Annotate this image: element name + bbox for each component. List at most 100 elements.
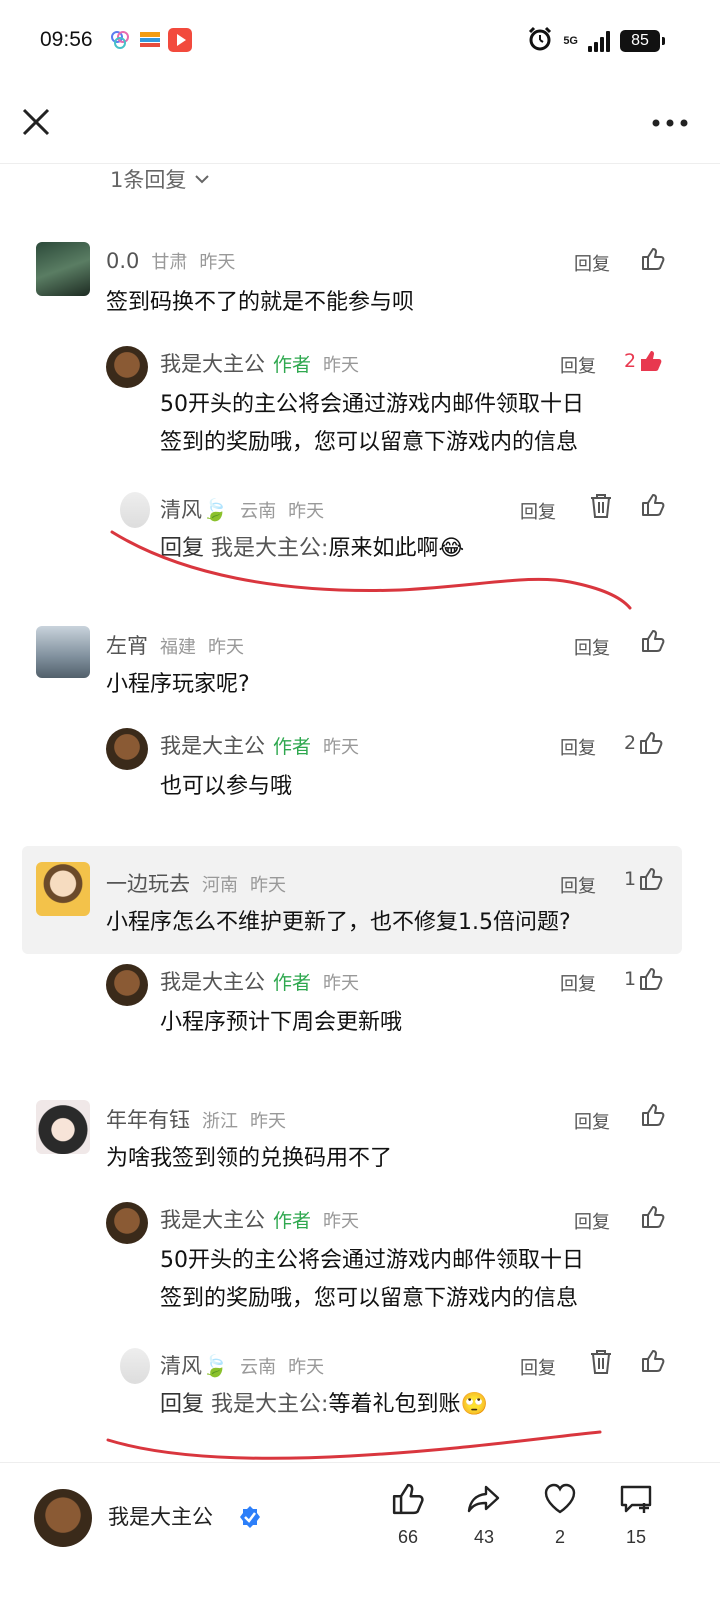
reply-header: 我是大主公 作者 昨天: [160, 348, 359, 378]
username[interactable]: 0.0: [106, 249, 139, 273]
reply-header: 清风🍃 云南 昨天: [160, 1350, 324, 1380]
timestamp: 昨天: [323, 973, 360, 994]
network-type: 5G: [563, 34, 578, 47]
timestamp: 昨天: [288, 1357, 325, 1378]
thumbs-up-icon: [392, 1483, 424, 1515]
avatar[interactable]: [36, 242, 90, 296]
reply-header: 我是大主公 作者 昨天: [160, 966, 359, 996]
annotation-underline: [106, 1430, 602, 1460]
username[interactable]: 我是大主公: [160, 970, 265, 994]
author-avatar[interactable]: [106, 964, 148, 1006]
author-avatar[interactable]: [106, 346, 148, 388]
reply-content: 原来如此啊😂: [328, 536, 465, 561]
trash-icon[interactable]: [588, 492, 614, 520]
author-badge: 作者: [273, 1210, 312, 1232]
timestamp: 昨天: [199, 252, 236, 273]
reply-target[interactable]: 我是大主公:: [211, 536, 328, 561]
thumbs-up-icon: [642, 494, 665, 516]
thumbs-up-icon: [640, 868, 663, 890]
author-name[interactable]: 我是大主公: [108, 1501, 213, 1531]
reply-button[interactable]: 回复: [560, 734, 596, 760]
author-avatar[interactable]: [106, 728, 148, 770]
bottom-bar: 我是大主公 66 43 2 15: [0, 1462, 720, 1608]
reply-button[interactable]: 回复: [560, 872, 596, 898]
avatar[interactable]: [36, 1100, 90, 1154]
avatar[interactable]: [36, 862, 90, 916]
like-post-button[interactable]: 66: [378, 1481, 438, 1548]
comment-header: 年年有钰 浙江 昨天: [106, 1104, 286, 1134]
like-button[interactable]: 1: [624, 966, 664, 992]
avatar[interactable]: [36, 626, 90, 678]
thumbs-up-icon: [642, 1206, 665, 1228]
favorite-count: 2: [554, 1527, 565, 1547]
username[interactable]: 我是大主公: [160, 352, 265, 376]
location: 河南: [202, 875, 238, 896]
favorite-button[interactable]: 2: [530, 1481, 590, 1548]
reply-button[interactable]: 回复: [574, 250, 610, 276]
reply-target[interactable]: 我是大主公:: [211, 1392, 328, 1417]
like-button[interactable]: [640, 1348, 666, 1374]
reply-text-line-2: 签到的奖励哦，您可以留意下游戏内的信息: [160, 430, 579, 455]
comment-text: 签到码换不了的就是不能参与呗: [106, 290, 415, 315]
like-button[interactable]: [640, 628, 666, 654]
reply-button[interactable]: 回复: [520, 498, 556, 524]
author-badge: 作者: [273, 354, 312, 376]
like-button[interactable]: [640, 492, 666, 518]
reply-prefix: 回复: [160, 536, 205, 561]
timestamp: 昨天: [250, 875, 286, 896]
reply-header: 我是大主公 作者 昨天: [160, 1204, 359, 1234]
share-button[interactable]: 43: [454, 1481, 514, 1548]
like-button[interactable]: [640, 246, 666, 272]
timestamp: 昨天: [323, 737, 360, 758]
comment-button[interactable]: 15: [606, 1481, 666, 1548]
expand-replies-button[interactable]: 1条回复: [110, 164, 210, 194]
reply-button[interactable]: 回复: [520, 1354, 556, 1380]
author-badge: 作者: [273, 972, 312, 994]
thumbs-up-filled-icon: [641, 351, 662, 371]
username[interactable]: 我是大主公: [160, 734, 265, 758]
reply-text: 小程序预计下周会更新哦: [160, 1010, 403, 1035]
timestamp: 昨天: [250, 1111, 286, 1132]
like-count: 2: [624, 350, 637, 372]
like-button[interactable]: [640, 1102, 666, 1128]
username[interactable]: 清风🍃: [160, 1354, 228, 1378]
author-avatar[interactable]: [34, 1489, 92, 1547]
username[interactable]: 左宵: [106, 634, 148, 658]
status-time: 09:56: [40, 28, 93, 51]
username[interactable]: 我是大主公: [160, 1208, 265, 1232]
reply-text-line-1: 50开头的主公将会通过游戏内邮件领取十日: [160, 392, 584, 417]
location: 云南: [240, 1357, 277, 1378]
like-button[interactable]: [640, 1204, 666, 1230]
reply-text: 回复 我是大主公:等着礼包到账🙄: [160, 1386, 488, 1424]
reply-text: 也可以参与哦: [160, 774, 293, 799]
like-button[interactable]: 2: [624, 348, 664, 374]
reply-header: 我是大主公 作者 昨天: [160, 730, 359, 760]
username[interactable]: 一边玩去: [106, 872, 190, 896]
avatar[interactable]: [120, 1348, 150, 1384]
video-notification-icon: [168, 28, 192, 52]
location: 福建: [160, 637, 196, 658]
username[interactable]: 年年有钰: [106, 1108, 190, 1132]
battery-indicator: 85: [620, 30, 665, 52]
reply-button[interactable]: 回复: [560, 970, 596, 996]
verified-badge-icon: [238, 1505, 262, 1529]
reply-button[interactable]: 回复: [560, 352, 596, 378]
reply-button[interactable]: 回复: [574, 634, 610, 660]
thumbs-up-icon: [642, 1350, 665, 1372]
more-icon[interactable]: [650, 108, 690, 138]
like-button[interactable]: 1: [624, 866, 664, 892]
reply-button[interactable]: 回复: [574, 1108, 610, 1134]
expand-replies-label: 1条回复: [110, 168, 187, 192]
thumbs-up-icon: [640, 732, 663, 754]
signal-icon: [588, 30, 610, 52]
comment-header: 0.0 甘肃 昨天: [106, 248, 235, 274]
chevron-down-icon: [195, 175, 210, 184]
avatar[interactable]: [120, 492, 150, 528]
username[interactable]: 清风🍃: [160, 498, 228, 522]
author-avatar[interactable]: [106, 1202, 148, 1244]
like-button[interactable]: 2: [624, 730, 664, 756]
reply-content: 等着礼包到账🙄: [328, 1392, 488, 1417]
reply-button[interactable]: 回复: [574, 1208, 610, 1234]
close-icon[interactable]: [20, 106, 52, 138]
trash-icon[interactable]: [588, 1348, 614, 1376]
